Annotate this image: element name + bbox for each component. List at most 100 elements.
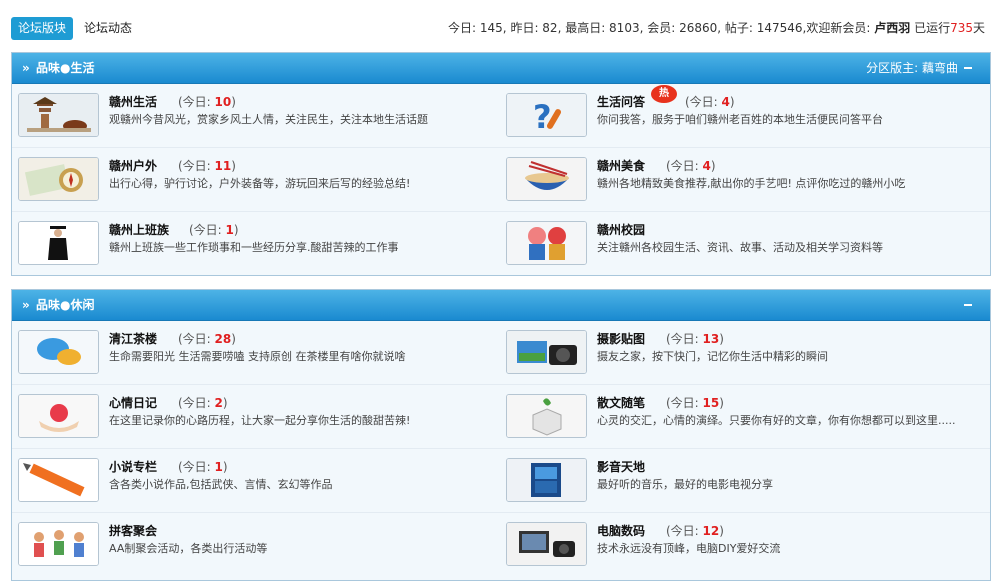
forum-row: 赣州上班族 (今日: 1) 赣州上班族一些工作琐事和一些经历分享.酸甜苦辣的工作… bbox=[12, 212, 990, 275]
forum-description: 生命需要阳光 生活需要唠嗑 支持原创 在茶楼里有啥你就说啥 bbox=[109, 350, 406, 363]
forum-row: 清江茶楼 (今日: 28) 生命需要阳光 生活需要唠嗑 支持原创 在茶楼里有啥你… bbox=[12, 321, 990, 385]
today-label: (今日: bbox=[666, 524, 703, 538]
section-title[interactable]: 品味●休闲 bbox=[36, 290, 94, 320]
collapse-icon[interactable] bbox=[964, 304, 972, 306]
computer-icon[interactable] bbox=[506, 522, 587, 566]
forum-name[interactable]: 赣州上班族 bbox=[109, 221, 169, 238]
collapse-icon[interactable] bbox=[964, 67, 972, 69]
graduate-icon[interactable] bbox=[18, 221, 99, 265]
section-life: » 品味●生活 分区版主: 藕弯曲 赣州生活 (今日: 10) 观赣州今昔风光，… bbox=[11, 52, 991, 276]
forum-name[interactable]: 赣州校园 bbox=[597, 221, 645, 238]
today-label: (今日: bbox=[666, 159, 703, 173]
today-close: ) bbox=[710, 159, 716, 173]
forum-name[interactable]: 赣州户外 bbox=[109, 157, 157, 174]
svg-text:?: ? bbox=[533, 98, 552, 136]
today-number: 4 bbox=[721, 95, 730, 109]
forum-description: 赣州各地精致美食推荐,献出你的手艺吧! 点评你吃过的赣州小吃 bbox=[597, 177, 906, 190]
section-arrow-icon: » bbox=[22, 61, 30, 75]
forum-name[interactable]: 生活问答 bbox=[597, 93, 645, 110]
forum-description: 心灵的交汇，心情的演绎。只要你有好的文章，你有你想都可以到这里..... bbox=[597, 414, 956, 427]
forum-name[interactable]: 摄影贴图 bbox=[597, 330, 645, 347]
forum-name[interactable]: 赣州生活 bbox=[109, 93, 157, 110]
today-close: ) bbox=[719, 332, 724, 346]
today-count: (今日: 1) bbox=[189, 221, 239, 238]
running-days: 735 bbox=[950, 21, 973, 35]
forum-description: 出行心得，驴行讨论，户外装备等，游玩回来后写的经验总结! bbox=[109, 177, 411, 190]
today-label: (今日: bbox=[666, 396, 703, 410]
people-icon[interactable] bbox=[18, 522, 99, 566]
forum-cell: 赣州上班族 (今日: 1) 赣州上班族一些工作琐事和一些经历分享.酸甜苦辣的工作… bbox=[12, 212, 500, 275]
today-label: (今日: bbox=[666, 332, 703, 346]
forum-name[interactable]: 拼客聚会 bbox=[109, 522, 157, 539]
moderator-label: 分区版主: bbox=[866, 61, 922, 75]
today-close: ) bbox=[233, 223, 239, 237]
forum-description: AA制聚会活动，各类出行活动等 bbox=[109, 542, 268, 555]
today-count: (今日: 12) bbox=[666, 522, 724, 539]
forum-row: 心情日记 (今日: 2) 在这里记录你的心路历程，让大家一起分享你生活的酸甜苦辣… bbox=[12, 385, 990, 449]
today-number: 11 bbox=[214, 159, 232, 173]
forum-row: 赣州生活 (今日: 10) 观赣州今昔风光，赏家乡风土人情，关注民生，关注本地生… bbox=[12, 84, 990, 148]
chat-bubbles-icon[interactable] bbox=[18, 330, 99, 374]
moderator-link[interactable]: 藕弯曲 bbox=[922, 61, 958, 75]
apple-hands-icon[interactable] bbox=[18, 394, 99, 438]
pencil-icon[interactable] bbox=[18, 458, 99, 502]
camera-icon[interactable] bbox=[506, 330, 587, 374]
forum-cell: 赣州户外 (今日: 11) 出行心得，驴行讨论，户外装备等，游玩回来后写的经验总… bbox=[12, 148, 500, 211]
hot-badge: 热 bbox=[651, 85, 677, 103]
today-close: ) bbox=[222, 460, 228, 474]
compass-map-icon[interactable] bbox=[18, 157, 99, 201]
today-close: ) bbox=[231, 95, 236, 109]
today-count: (今日: 11) bbox=[178, 157, 236, 174]
forum-description: 关注赣州各校园生活、资讯、故事、活动及相关学习资料等 bbox=[597, 241, 883, 254]
today-count: (今日: 4) bbox=[685, 93, 735, 110]
section-leisure: » 品味●休闲 清江茶楼 (今日: 28) 生命需要阳光 生活需要唠嗑 支持原创… bbox=[11, 289, 991, 581]
box-leaf-icon[interactable] bbox=[506, 394, 587, 438]
section-header: » 品味●休闲 bbox=[12, 290, 990, 321]
forum-cell: ? 生活问答 热 (今日: 4) 你问我答，服务于咱们赣州老百姓的本地生活便民问… bbox=[500, 84, 988, 147]
today-label: (今日: bbox=[189, 223, 226, 237]
today-count: (今日: 13) bbox=[666, 330, 724, 347]
forum-cell: 小说专栏 (今日: 1) 含各类小说作品,包括武侠、言情、玄幻等作品 bbox=[12, 449, 500, 512]
today-close: ) bbox=[719, 396, 724, 410]
forum-name[interactable]: 影音天地 bbox=[597, 458, 645, 475]
forum-description: 你问我答，服务于咱们赣州老百姓的本地生活便民问答平台 bbox=[597, 113, 883, 126]
tab-forum-activity[interactable]: 论坛动态 bbox=[84, 17, 132, 40]
today-number: 1 bbox=[225, 223, 234, 237]
section-title[interactable]: 品味●生活 bbox=[36, 53, 94, 83]
question-icon[interactable]: ? bbox=[506, 93, 587, 137]
forum-cell: 清江茶楼 (今日: 28) 生命需要阳光 生活需要唠嗑 支持原创 在茶楼里有啥你… bbox=[12, 321, 500, 384]
today-number: 4 bbox=[702, 159, 711, 173]
pagoda-icon[interactable] bbox=[18, 93, 99, 137]
dolls-icon[interactable] bbox=[506, 221, 587, 265]
today-label: (今日: bbox=[178, 396, 215, 410]
forum-name[interactable]: 清江茶楼 bbox=[109, 330, 157, 347]
today-count: (今日: 2) bbox=[178, 394, 228, 411]
today-number: 13 bbox=[702, 332, 720, 346]
section-arrow-icon: » bbox=[22, 298, 30, 312]
today-label: (今日: bbox=[178, 460, 215, 474]
stats-text: 今日: 145, 昨日: 82, 最高日: 8103, 会员: 26860, 帖… bbox=[448, 21, 875, 35]
forum-description: 摄友之家，按下快门，记忆你生活中精彩的瞬间 bbox=[597, 350, 828, 363]
noodle-bowl-icon[interactable] bbox=[506, 157, 587, 201]
today-count: (今日: 15) bbox=[666, 394, 724, 411]
forum-name[interactable]: 赣州美食 bbox=[597, 157, 645, 174]
today-close: ) bbox=[231, 332, 236, 346]
film-icon[interactable] bbox=[506, 458, 587, 502]
today-label: (今日: bbox=[178, 95, 215, 109]
forum-name[interactable]: 小说专栏 bbox=[109, 458, 157, 475]
forum-description: 最好听的音乐，最好的电影电视分享 bbox=[597, 478, 773, 491]
today-close: ) bbox=[231, 159, 236, 173]
section-header: » 品味●生活 分区版主: 藕弯曲 bbox=[12, 53, 990, 84]
forum-name[interactable]: 散文随笔 bbox=[597, 394, 645, 411]
today-count: (今日: 1) bbox=[178, 458, 228, 475]
forum-cell: 电脑数码 (今日: 12) 技术永远没有顶峰，电脑DIY爱好交流 bbox=[500, 513, 988, 576]
forum-description: 观赣州今昔风光，赏家乡风土人情，关注民生，关注本地生活话题 bbox=[109, 113, 428, 126]
forum-name[interactable]: 电脑数码 bbox=[597, 522, 645, 539]
forum-name[interactable]: 心情日记 bbox=[109, 394, 157, 411]
forum-cell: 赣州生活 (今日: 10) 观赣州今昔风光，赏家乡风土人情，关注民生，关注本地生… bbox=[12, 84, 500, 147]
forum-description: 含各类小说作品,包括武侠、言情、玄幻等作品 bbox=[109, 478, 333, 491]
forum-cell: 心情日记 (今日: 2) 在这里记录你的心路历程，让大家一起分享你生活的酸甜苦辣… bbox=[12, 385, 500, 448]
forum-row: 小说专栏 (今日: 1) 含各类小说作品,包括武侠、言情、玄幻等作品 影音天地 … bbox=[12, 449, 990, 513]
new-member-link[interactable]: 卢西羽 bbox=[874, 21, 910, 35]
tab-forum-boards[interactable]: 论坛版块 bbox=[11, 17, 74, 40]
